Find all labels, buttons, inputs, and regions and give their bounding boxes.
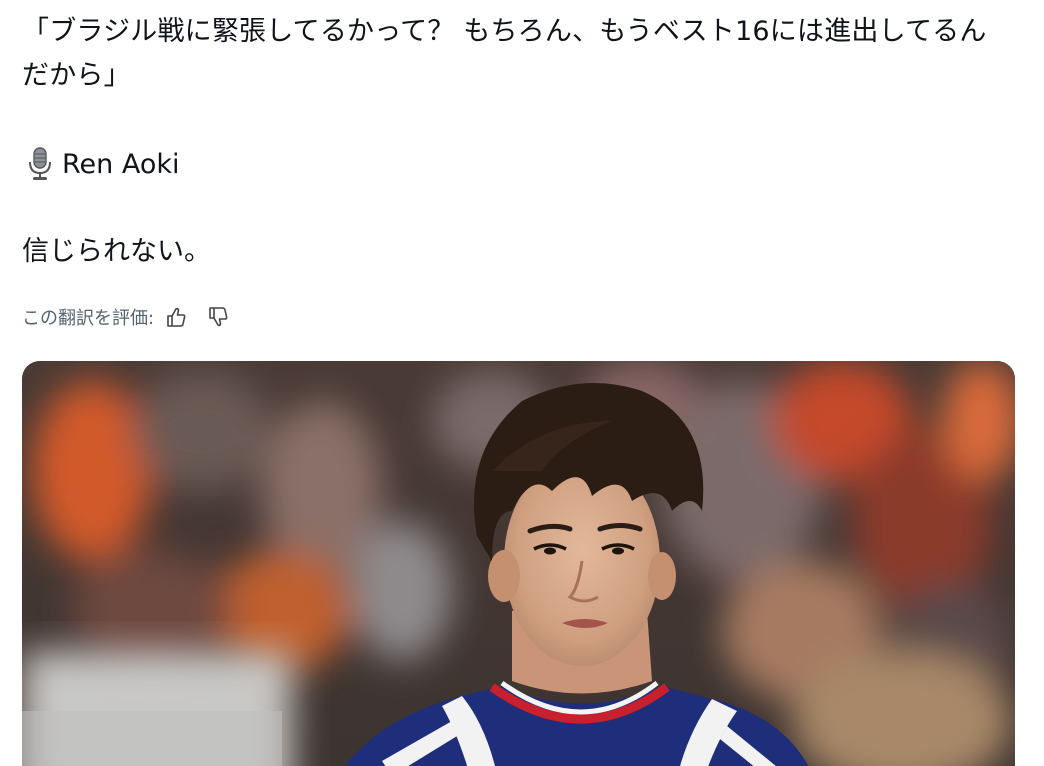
translation-rating: この翻訳を評価: xyxy=(22,302,232,332)
quote-text: 「ブラジル戦に緊張してるかって？ もちろん、もうベスト16には進出してるんだから… xyxy=(22,16,987,91)
comment-text: 信じられない。 xyxy=(22,236,211,267)
thumbs-down-icon xyxy=(209,307,228,327)
author-name: Ren Aoki xyxy=(62,148,180,180)
player-photo-image xyxy=(22,361,1015,766)
post-photo[interactable] xyxy=(22,361,1015,766)
rating-label: この翻訳を評価: xyxy=(22,308,155,329)
microphone-icon xyxy=(24,146,56,182)
thumbs-down-button[interactable] xyxy=(204,303,232,331)
post: 「ブラジル戦に緊張してるかって？ もちろん、もうベスト16には進出してるんだから… xyxy=(0,0,1044,766)
author-line: Ren Aoki xyxy=(24,146,180,182)
thumbs-up-button[interactable] xyxy=(162,303,190,331)
thumbs-up-icon xyxy=(167,307,186,327)
